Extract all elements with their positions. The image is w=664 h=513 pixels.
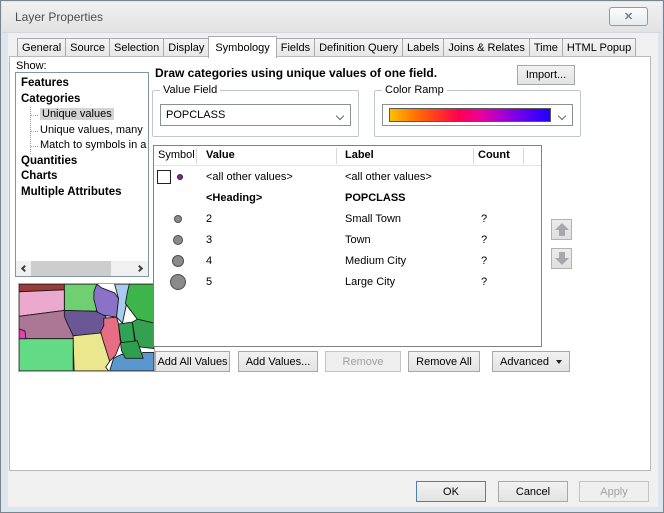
symbol-swatch[interactable]	[172, 255, 184, 267]
move-down-button[interactable]	[551, 248, 572, 269]
cell-label: Town	[345, 234, 371, 246]
tab-display[interactable]: Display	[163, 38, 209, 57]
tab-source[interactable]: Source	[65, 38, 110, 57]
cell-count: ?	[481, 255, 487, 267]
scrollbar-track[interactable]	[31, 261, 133, 276]
column-header-label[interactable]: Label	[345, 149, 374, 161]
cell-value: <all other values>	[206, 171, 293, 183]
close-icon: ✕	[624, 10, 633, 23]
cell-label: Medium City	[345, 255, 406, 267]
symbol-swatch[interactable]	[174, 215, 182, 223]
apply-button: Apply	[579, 481, 649, 502]
tab-html-popup[interactable]: HTML Popup	[562, 38, 636, 57]
tab-fields[interactable]: Fields	[276, 38, 315, 57]
scroll-right-icon[interactable]	[133, 261, 148, 276]
tree-item-match-symbols[interactable]: Match to symbols in a	[31, 138, 148, 154]
cell-label: <all other values>	[345, 171, 432, 183]
move-up-button[interactable]	[551, 219, 572, 240]
add-all-values-button[interactable]: Add All Values	[155, 351, 230, 372]
symbol-swatch[interactable]	[177, 174, 183, 180]
map-preview	[18, 283, 155, 372]
color-ramp-label: Color Ramp	[382, 84, 447, 96]
cell-label: POPCLASS	[345, 192, 406, 204]
window-title: Layer Properties	[15, 10, 103, 24]
close-button[interactable]: ✕	[609, 7, 648, 26]
down-arrow-icon	[555, 252, 569, 265]
up-arrow-icon	[555, 223, 569, 236]
remove-button: Remove	[325, 351, 401, 372]
cell-count: ?	[481, 276, 487, 288]
tree-item-features[interactable]: Features	[21, 76, 148, 92]
cell-value: 3	[206, 234, 212, 246]
method-description: Draw categories using unique values of o…	[155, 66, 437, 80]
remove-all-button[interactable]: Remove All	[408, 351, 480, 372]
advanced-button[interactable]: Advanced	[492, 351, 570, 372]
cell-value: 2	[206, 213, 212, 225]
all-other-values-checkbox[interactable]	[157, 170, 171, 184]
symbol-swatch[interactable]	[170, 274, 186, 290]
color-ramp-group: Color Ramp	[374, 90, 581, 137]
value-field-selected: POPCLASS	[161, 109, 225, 121]
column-header-count[interactable]: Count	[478, 149, 510, 161]
column-header-value[interactable]: Value	[206, 149, 235, 161]
tab-general[interactable]: General	[17, 38, 66, 57]
unique-values-table[interactable]: Symbol Value Label Count <all other valu…	[153, 145, 542, 347]
cell-label: Large City	[345, 276, 395, 288]
cell-value: 5	[206, 276, 212, 288]
advanced-label: Advanced	[500, 356, 549, 368]
tab-symbology[interactable]: Symbology	[208, 36, 276, 58]
tab-labels[interactable]: Labels	[402, 38, 444, 57]
color-ramp-swatch	[389, 108, 551, 122]
tree-item-multiple-attributes[interactable]: Multiple Attributes	[21, 185, 148, 201]
tree-item-unique-values[interactable]: Unique values	[31, 107, 148, 123]
table-row[interactable]: 5 Large City ?	[154, 272, 541, 293]
symbology-tab-page: Show: Features Categories Unique values …	[9, 56, 651, 471]
scrollbar-thumb[interactable]	[31, 261, 111, 276]
tree-item-categories[interactable]: Categories	[21, 92, 148, 108]
table-row[interactable]: <all other values> <all other values>	[154, 167, 541, 188]
tab-joins-relates[interactable]: Joins & Relates	[443, 38, 529, 57]
cell-label: Small Town	[345, 213, 401, 225]
cancel-button[interactable]: Cancel	[498, 481, 568, 502]
tree-item-charts[interactable]: Charts	[21, 169, 148, 185]
ok-button[interactable]: OK	[416, 481, 486, 502]
tree-horizontal-scrollbar[interactable]	[16, 261, 148, 276]
show-label: Show:	[16, 60, 47, 72]
table-header: Symbol Value Label Count	[154, 146, 541, 166]
value-field-group: Value Field POPCLASS	[152, 90, 359, 137]
chevron-down-icon	[336, 112, 344, 120]
menu-arrow-icon	[556, 360, 562, 364]
table-row[interactable]: 3 Town ?	[154, 230, 541, 251]
layer-properties-dialog: Layer Properties ✕ General Source Select…	[0, 0, 664, 513]
table-row[interactable]: 2 Small Town ?	[154, 209, 541, 230]
import-button[interactable]: Import...	[517, 65, 575, 85]
symbol-swatch[interactable]	[173, 235, 183, 245]
tab-bar: General Source Selection Display Symbolo…	[17, 36, 635, 57]
column-header-symbol[interactable]: Symbol	[158, 149, 195, 161]
chevron-down-icon	[558, 112, 566, 120]
cell-count: ?	[481, 213, 487, 225]
scroll-left-icon[interactable]	[16, 261, 31, 276]
table-row[interactable]: <Heading> POPCLASS	[154, 188, 541, 209]
value-field-combobox[interactable]: POPCLASS	[160, 104, 351, 126]
tab-selection[interactable]: Selection	[109, 38, 164, 57]
value-field-label: Value Field	[160, 84, 220, 96]
tab-definition-query[interactable]: Definition Query	[314, 38, 403, 57]
table-row[interactable]: 4 Medium City ?	[154, 251, 541, 272]
dialog-body: General Source Selection Display Symbolo…	[8, 33, 658, 507]
tree-item-unique-values-many[interactable]: Unique values, many	[31, 123, 148, 139]
title-bar: Layer Properties ✕	[2, 2, 662, 33]
add-values-button[interactable]: Add Values...	[238, 351, 318, 372]
color-ramp-combobox[interactable]	[382, 104, 573, 126]
cell-value: 4	[206, 255, 212, 267]
cell-count: ?	[481, 234, 487, 246]
tree-item-quantities[interactable]: Quantities	[21, 154, 148, 170]
cell-value: <Heading>	[206, 192, 262, 204]
tab-time[interactable]: Time	[529, 38, 563, 57]
show-tree-list[interactable]: Features Categories Unique values Unique…	[15, 72, 149, 277]
